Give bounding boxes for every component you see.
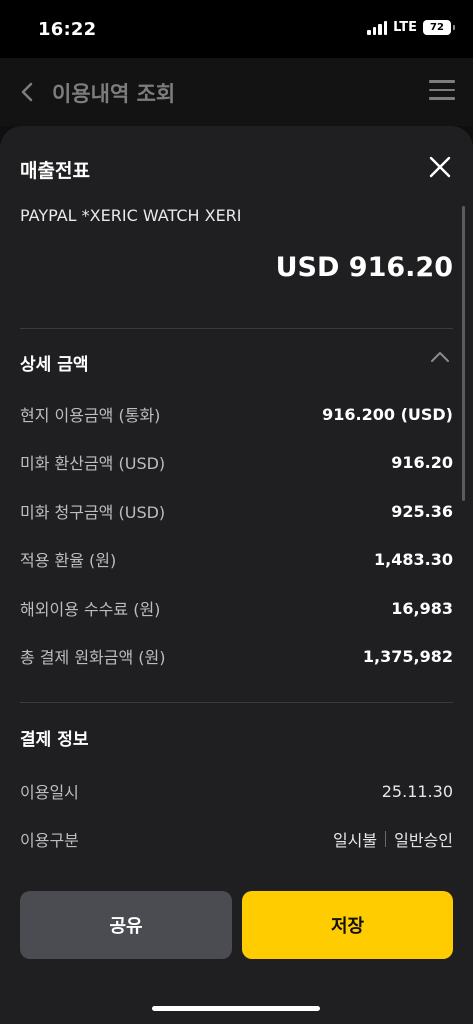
network-label: LTE (393, 20, 417, 35)
status-time: 16:22 (38, 19, 97, 40)
status-bar: 16:22 LTE 72 (0, 0, 473, 58)
status-icons: LTE 72 (367, 20, 455, 35)
payment-type-approval: 일반승인 (394, 831, 453, 850)
scrollbar[interactable] (462, 206, 465, 501)
chevron-left-icon[interactable] (14, 78, 42, 106)
nav-bar: 이용내역 조회 (0, 58, 473, 126)
home-indicator (152, 1006, 320, 1011)
payment-date-row: 이용일시 25.11.30 (20, 778, 453, 804)
detail-row: 적용 환율 (원) 1,483.30 (20, 546, 453, 572)
screen: 16:22 LTE 72 이용내역 조회 매출전표 PAYPAL *XERIC … (0, 0, 473, 1024)
payment-type-row: 이용구분 일시불 일반승인 (20, 826, 453, 852)
payment-type-values: 일시불 일반승인 (333, 827, 453, 851)
detail-label: 적용 환율 (원) (20, 551, 117, 570)
detail-label: 총 결제 원화금액 (원) (20, 648, 166, 667)
payment-section-title: 결제 정보 (20, 730, 89, 750)
sheet-title: 매출전표 (20, 160, 90, 182)
payment-date-value: 25.11.30 (381, 781, 453, 801)
detail-label: 해외이용 수수료 (원) (20, 600, 161, 619)
chevron-up-icon[interactable] (429, 350, 451, 364)
detail-label: 현지 이용금액 (통화) (20, 406, 161, 425)
detail-row: 미화 환산금액 (USD) 916.20 (20, 449, 453, 475)
share-button[interactable]: 공유 (20, 891, 232, 959)
battery-level: 72 (430, 22, 444, 33)
detail-row: 총 결제 원화금액 (원) 1,375,982 (20, 643, 453, 669)
signal-icon (367, 20, 388, 35)
merchant-name: PAYPAL *XERIC WATCH XERI (20, 206, 242, 225)
receipt-sheet: 매출전표 PAYPAL *XERIC WATCH XERI USD 916.20… (0, 126, 473, 1024)
divider (20, 328, 453, 329)
detail-value: 1,483.30 (374, 549, 453, 569)
detail-row: 해외이용 수수료 (원) 16,983 (20, 595, 453, 621)
payment-type-installment: 일시불 (332, 831, 378, 850)
detail-row: 미화 청구금액 (USD) 925.36 (20, 498, 453, 524)
battery-icon: 72 (423, 20, 455, 35)
divider (20, 702, 453, 703)
detail-label: 미화 청구금액 (USD) (20, 503, 166, 522)
payment-date-label: 이용일시 (20, 783, 79, 802)
detail-value: 1,375,982 (362, 646, 453, 666)
payment-type-label: 이용구분 (20, 831, 79, 850)
hamburger-menu-icon[interactable] (429, 80, 455, 102)
detail-value: 925.36 (391, 501, 453, 521)
separator (385, 831, 387, 847)
total-amount: USD 916.20 (275, 252, 453, 283)
detail-label: 미화 환산금액 (USD) (20, 454, 166, 473)
nav-title: 이용내역 조회 (52, 82, 176, 106)
save-button[interactable]: 저장 (242, 891, 453, 959)
detail-value: 916.20 (391, 452, 453, 472)
detail-row: 현지 이용금액 (통화) 916.200 (USD) (20, 401, 453, 427)
detail-value: 916.200 (USD) (322, 404, 453, 424)
detail-value: 16,983 (391, 598, 453, 618)
details-section-title: 상세 금액 (20, 355, 89, 375)
close-icon[interactable] (427, 154, 453, 180)
